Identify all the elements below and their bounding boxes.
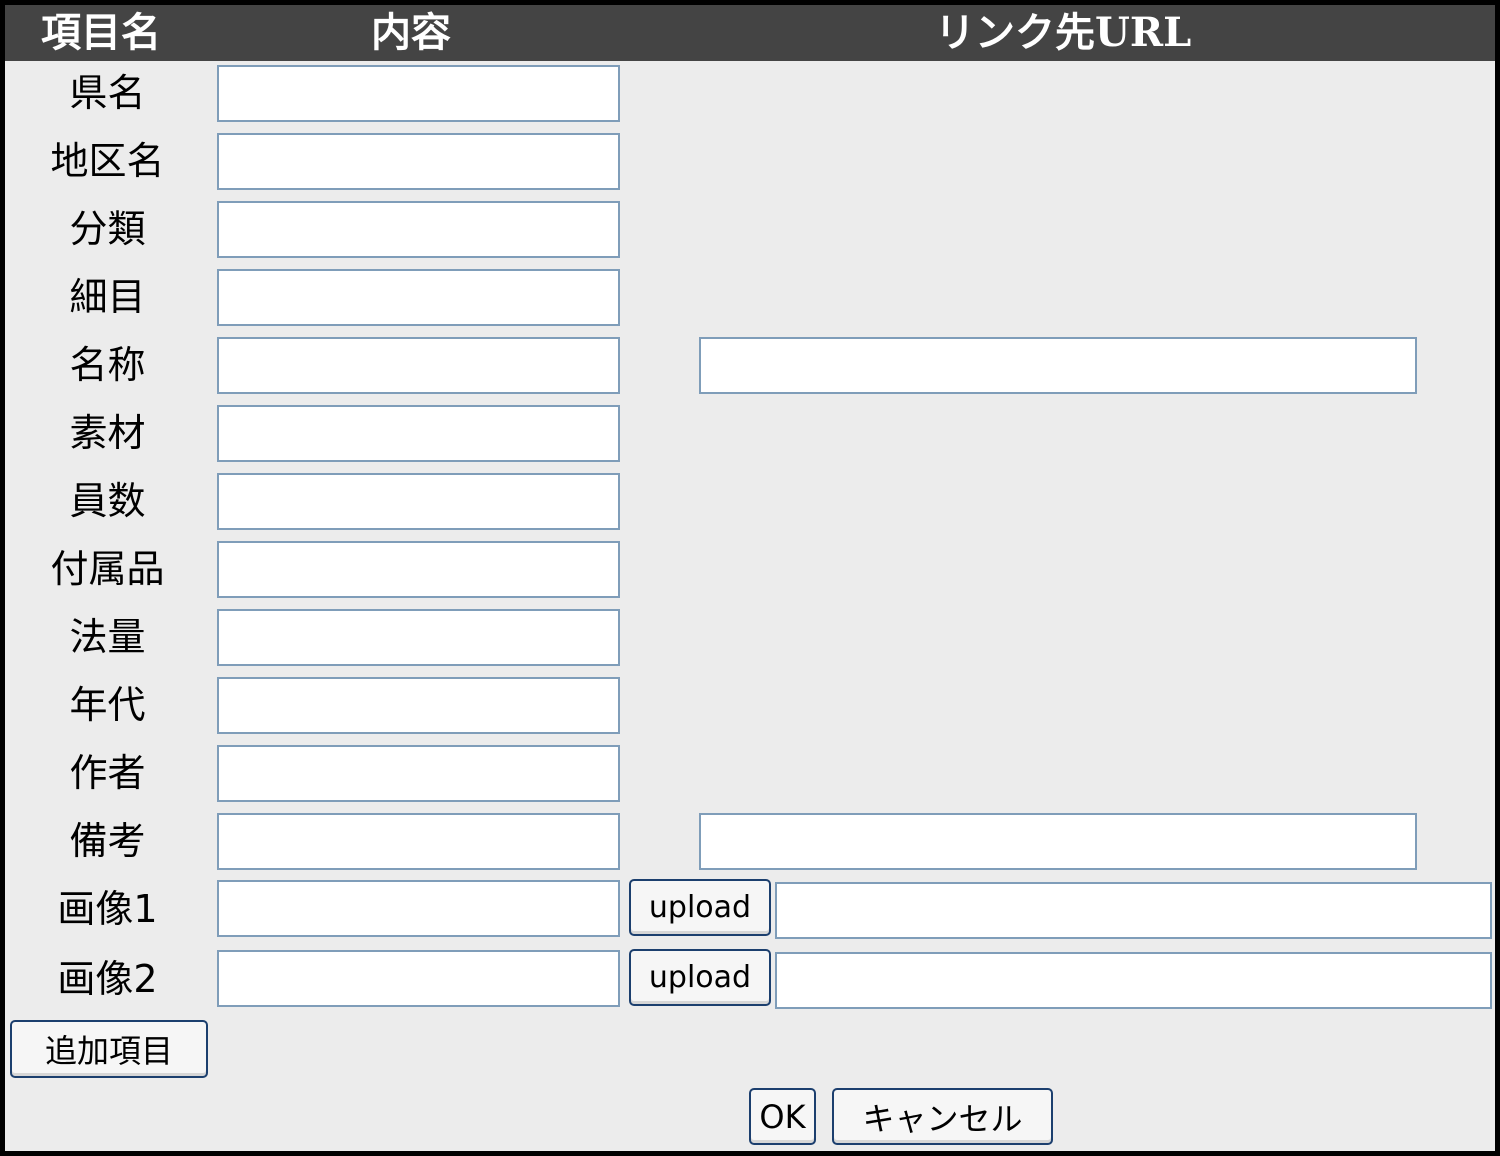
- name-link-url-input[interactable]: [699, 337, 1417, 394]
- label-material: 素材: [69, 411, 146, 455]
- era-input[interactable]: [217, 677, 620, 734]
- dimensions-input[interactable]: [217, 609, 620, 666]
- label-remarks: 備考: [69, 819, 146, 863]
- add-item-button[interactable]: 追加項目: [10, 1020, 208, 1078]
- header-content: 内容: [371, 9, 451, 56]
- label-quantity: 員数: [69, 479, 146, 523]
- label-accessories: 付属品: [50, 547, 165, 591]
- image-1-link-url-input[interactable]: [775, 882, 1492, 939]
- category-input[interactable]: [217, 201, 620, 258]
- label-category: 分類: [69, 207, 146, 251]
- district-input[interactable]: [217, 133, 620, 190]
- cancel-button[interactable]: キャンセル: [832, 1088, 1053, 1145]
- material-input[interactable]: [217, 405, 620, 462]
- image-1-upload-button[interactable]: upload: [629, 879, 771, 936]
- remarks-input[interactable]: [217, 813, 620, 870]
- author-input[interactable]: [217, 745, 620, 802]
- label-subcategory: 細目: [69, 275, 146, 319]
- label-name: 名称: [69, 343, 146, 387]
- ok-button[interactable]: OK: [749, 1088, 816, 1145]
- prefecture-input[interactable]: [217, 65, 620, 122]
- quantity-input[interactable]: [217, 473, 620, 530]
- header-link-url: リンク先URL: [935, 9, 1192, 56]
- label-image-2: 画像2: [57, 957, 158, 1001]
- accessories-input[interactable]: [217, 541, 620, 598]
- image-1-input[interactable]: [217, 880, 620, 937]
- image-2-upload-button[interactable]: upload: [629, 949, 771, 1006]
- name-input[interactable]: [217, 337, 620, 394]
- item-form-panel: 項目名 内容 リンク先URL 県名 地区名 分類 細目 名称 素材 員数 付属品…: [5, 5, 1495, 1151]
- header-item-name: 項目名: [41, 9, 161, 56]
- label-author: 作者: [69, 751, 146, 795]
- subcategory-input[interactable]: [217, 269, 620, 326]
- label-dimensions: 法量: [69, 615, 146, 659]
- table-header: 項目名 内容 リンク先URL: [5, 5, 1495, 61]
- label-district: 地区名: [50, 139, 165, 183]
- label-prefecture: 県名: [69, 71, 146, 115]
- image-2-input[interactable]: [217, 950, 620, 1007]
- image-2-link-url-input[interactable]: [775, 952, 1492, 1009]
- remarks-link-url-input[interactable]: [699, 813, 1417, 870]
- label-image-1: 画像1: [57, 887, 158, 931]
- label-era: 年代: [69, 683, 146, 727]
